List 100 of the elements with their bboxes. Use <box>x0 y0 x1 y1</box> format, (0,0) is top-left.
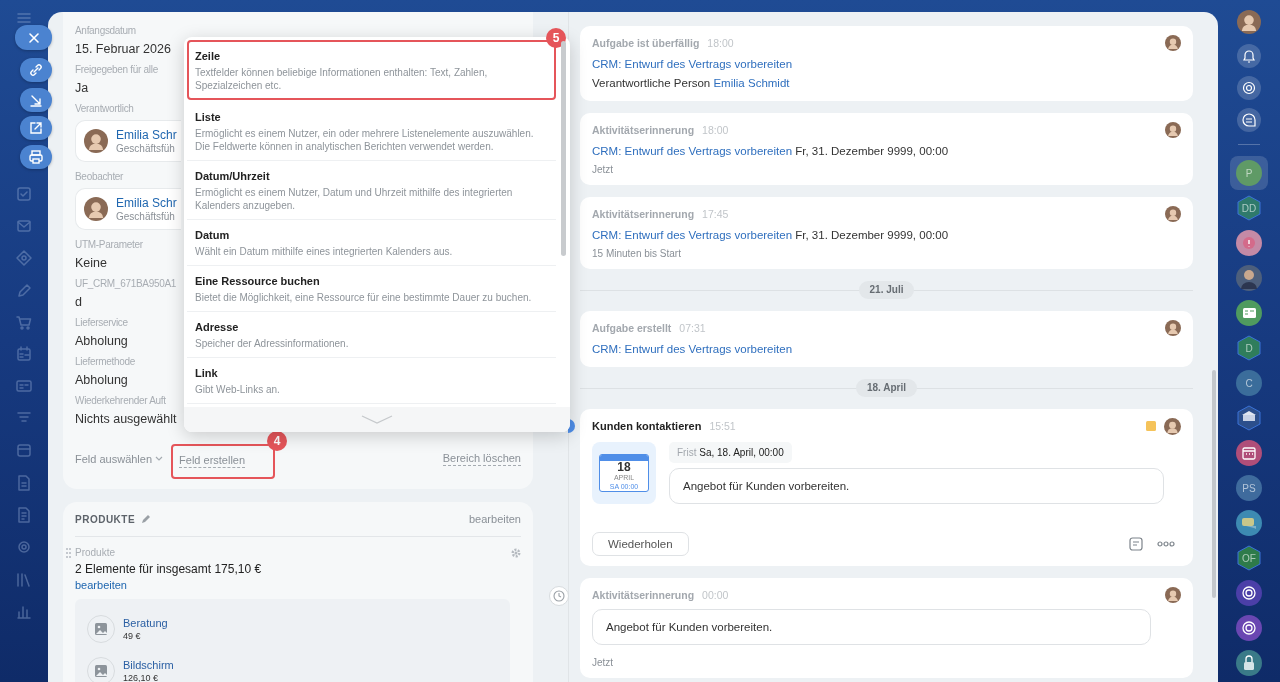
product-name[interactable]: Bildschirm <box>123 659 174 671</box>
menu-item-title: Datum <box>195 228 230 243</box>
checkbox-icon[interactable] <box>16 186 32 202</box>
step-badge: 4 <box>267 431 288 451</box>
products-summary: 2 Elemente für insgesamt 175,10 € <box>75 562 263 576</box>
menu-item-description: Bietet die Möglichkeit, eine Ressource für eine bestimmte Dauer zu buchen. <box>195 291 533 304</box>
event-title: Aufgabe ist überfällig <box>592 37 700 49</box>
drag-handle-icon[interactable] <box>66 548 71 558</box>
external-button[interactable] <box>20 116 52 140</box>
menu-item[interactable]: Datum/Uhrzeit Ermöglicht es einem Nutzer, Datum und Uhrzeit mithilfe des integrierten Kalenders anzugeben. <box>187 161 556 220</box>
field-value: Ja <box>75 80 89 97</box>
scrollbar[interactable] <box>1212 370 1216 598</box>
event-title: Aktivitätserinnerung <box>592 589 695 601</box>
person-name[interactable]: Emilia Schr <box>116 127 177 143</box>
spiral-button[interactable] <box>1237 76 1261 100</box>
chevron-down-icon[interactable] <box>361 414 393 425</box>
avatar <box>1165 35 1181 51</box>
print-button[interactable] <box>20 145 52 169</box>
task-link[interactable]: CRM: Entwurf des Vertrags vorbereiten <box>592 58 793 70</box>
gear-icon[interactable] <box>16 539 32 555</box>
person-name[interactable]: Emilia Schr <box>116 195 177 211</box>
field-label: Verantwortlich <box>75 102 134 116</box>
menu-item[interactable]: Eine Ressource buchen Bietet die Möglichkeit, eine Ressource für eine bestimmte Dauer zu buchen. <box>187 266 556 312</box>
create-field-link[interactable]: Feld erstellen <box>179 454 246 468</box>
menu-item-description: Ermöglicht es einem Nutzer, Datum und Uhrzeit mithilfe des integrierten Kalenders anzugeben. <box>195 186 514 212</box>
more-icon[interactable] <box>1157 541 1175 547</box>
menu-item-title: Zeile <box>195 49 221 64</box>
field-value: Abholung <box>75 333 128 350</box>
product-name[interactable]: Beratung <box>123 617 168 629</box>
event-title: Aktivitätserinnerung <box>592 124 695 136</box>
event-time: 00:00 <box>702 589 729 601</box>
field-label: Beobachter <box>75 170 124 184</box>
app-shortcut[interactable]: PS <box>1230 471 1268 505</box>
pen-icon[interactable] <box>16 283 32 299</box>
event-title: Aktivitätserinnerung <box>592 208 695 220</box>
avatar <box>1165 587 1181 603</box>
external-link-icon <box>27 119 45 137</box>
note-icon[interactable] <box>1129 537 1143 551</box>
mail-icon[interactable] <box>16 218 32 234</box>
calendar-icon[interactable] <box>16 346 32 362</box>
menu-item[interactable]: Datum Wählt ein Datum mithilfe eines integrierten Kalenders aus. <box>187 220 556 266</box>
app-shortcut[interactable]: DD <box>1230 191 1268 225</box>
menu-item-title: Adresse <box>195 320 239 335</box>
chart-icon[interactable] <box>16 604 32 620</box>
deadline-chip[interactable]: Frist Sa, 18. April, 00:00 <box>669 442 792 463</box>
menu-item[interactable]: Liste Ermöglicht es einem Nutzer, ein oder mehrere Listenelemente auszuwählen. Die Feldwerte können in analytischen Berichten verwendet werden. <box>187 102 556 161</box>
field-select-dropdown[interactable]: Feld auswählen <box>75 452 164 465</box>
product-price: 49 € <box>123 631 141 641</box>
calendar-day: 18 <box>600 461 648 474</box>
edit-link[interactable]: bearbeiten <box>75 579 127 591</box>
step-badge: 5 <box>546 28 566 48</box>
menu-item[interactable]: Adresse Speicher der Adressinformationen. <box>187 312 556 358</box>
edit-link[interactable]: bearbeiten <box>469 513 521 525</box>
gear-icon[interactable] <box>511 547 521 558</box>
menu-icon[interactable] <box>16 10 32 26</box>
close-button[interactable] <box>15 25 52 50</box>
books-icon[interactable] <box>16 572 32 588</box>
chat-arrows-button[interactable] <box>1237 108 1261 132</box>
box-icon[interactable] <box>16 442 32 458</box>
flag-square-icon[interactable] <box>1146 421 1156 431</box>
menu-item[interactable]: Link Gibt Web-Links an. <box>187 358 556 404</box>
download-button[interactable] <box>20 88 52 112</box>
document-icon[interactable] <box>16 475 32 491</box>
app-shortcut[interactable]: D <box>1230 331 1268 365</box>
deadline-date: Sa, 18. April, 00:00 <box>699 447 784 458</box>
pencil-icon[interactable] <box>141 514 152 524</box>
event-text: Verantwortliche Person Emilia Schmidt <box>592 76 791 91</box>
comment-box: Angebot für Kunden vorbereiten. <box>669 468 1164 504</box>
product-price: 126,10 € <box>123 673 159 682</box>
field-label: UTM-Parameter <box>75 238 143 252</box>
date-separator: 21. Juli <box>858 281 915 299</box>
cart-icon[interactable] <box>16 315 32 331</box>
app-shortcut[interactable]: C <box>1230 366 1268 400</box>
person-link[interactable]: Emilia Schmidt <box>713 77 790 89</box>
repeat-button[interactable]: Wiederholen <box>592 532 689 556</box>
document-icon[interactable] <box>16 507 32 523</box>
event-time: 15:51 <box>709 420 736 432</box>
task-link[interactable]: CRM: Entwurf des Vertrags vorbereiten <box>592 229 793 241</box>
event-time: 17:45 <box>702 208 729 220</box>
bell-button[interactable] <box>1237 44 1261 68</box>
event-time: 18:00 <box>707 37 734 49</box>
link-button[interactable] <box>20 58 52 82</box>
id-card-icon[interactable] <box>16 378 32 394</box>
chevron-down-icon <box>155 455 164 462</box>
clear-section-link[interactable]: Bereich löschen <box>442 451 521 466</box>
date-separator: 18. April <box>855 379 918 397</box>
deadline-label: Frist <box>677 447 697 458</box>
diamond-icon[interactable] <box>16 250 32 266</box>
avatar <box>1164 417 1181 435</box>
picture-icon <box>95 623 107 635</box>
task-link[interactable]: CRM: Entwurf des Vertrags vorbereiten <box>592 145 793 157</box>
app-shortcut[interactable]: OF <box>1230 541 1268 575</box>
event-title: Aufgabe erstellt <box>592 322 672 334</box>
bell-icon <box>1240 47 1258 65</box>
task-link[interactable]: CRM: Entwurf des Vertrags vorbereiten <box>592 343 793 355</box>
person-card[interactable]: Emilia Schr Geschäftsfüh <box>75 188 181 230</box>
scrollbar[interactable] <box>561 41 566 256</box>
person-card[interactable]: Emilia Schr Geschäftsfüh <box>75 120 181 162</box>
field-label: UF_CRM_671BA950A1 <box>75 277 177 291</box>
app-initials: PS <box>1242 482 1256 494</box>
